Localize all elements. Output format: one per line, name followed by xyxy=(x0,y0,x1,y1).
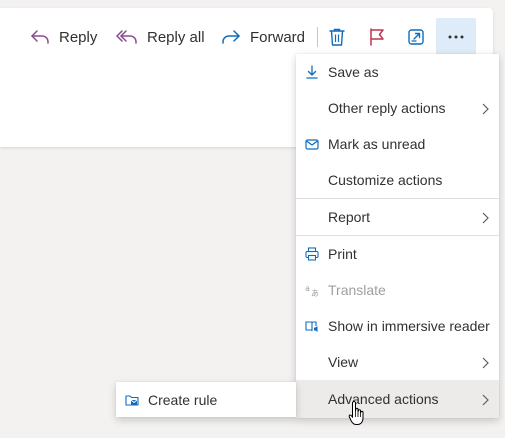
menu-item-customize-actions[interactable]: Customize actions xyxy=(296,162,499,198)
chevron-right-icon xyxy=(482,356,489,372)
immersive-reader-icon xyxy=(305,319,319,333)
advanced-actions-submenu: Create rule xyxy=(116,382,296,417)
menu-item-label: Translate xyxy=(328,282,386,298)
flag-icon xyxy=(368,27,386,47)
forward-icon xyxy=(221,28,241,46)
menu-item-advanced-actions[interactable]: Advanced actions xyxy=(296,380,499,418)
svg-text:a: a xyxy=(305,284,310,293)
download-icon xyxy=(305,65,319,79)
reply-all-button[interactable]: Reply all xyxy=(116,18,205,56)
menu-item-label: Save as xyxy=(328,64,379,80)
popout-icon xyxy=(407,28,425,46)
menu-item-label: Report xyxy=(328,209,371,225)
message-toolbar: Reply Reply all Forward xyxy=(0,18,493,56)
reply-label: Reply xyxy=(59,28,98,46)
menu-item-label: Mark as unread xyxy=(328,136,426,152)
menu-item-label: Other reply actions xyxy=(328,100,446,116)
more-ellipsis-icon xyxy=(448,35,464,39)
menu-item-label: Print xyxy=(328,246,357,262)
printer-icon xyxy=(305,247,319,261)
chevron-right-icon xyxy=(482,211,489,227)
forward-label: Forward xyxy=(250,28,306,46)
menu-item-other-reply-actions[interactable]: Other reply actions xyxy=(296,90,499,126)
delete-button[interactable] xyxy=(321,18,353,56)
flag-button[interactable] xyxy=(361,18,393,56)
menu-item-label: Show in immersive reader xyxy=(328,318,490,334)
menu-item-mark-as-unread[interactable]: Mark as unread xyxy=(296,126,499,162)
reply-all-icon xyxy=(116,28,138,46)
chevron-right-icon xyxy=(482,393,489,409)
trash-icon xyxy=(328,27,346,47)
menu-item-label: Advanced actions xyxy=(328,391,439,407)
reply-button[interactable]: Reply xyxy=(30,18,97,56)
chevron-right-icon xyxy=(482,102,489,118)
reply-all-label: Reply all xyxy=(147,28,205,46)
menu-item-create-rule[interactable]: Create rule xyxy=(116,382,296,417)
folder-rule-icon xyxy=(125,393,139,407)
popout-button[interactable] xyxy=(400,18,432,56)
envelope-icon xyxy=(305,137,319,151)
toolbar-divider xyxy=(317,27,318,47)
menu-item-view[interactable]: View xyxy=(296,344,499,380)
forward-button[interactable]: Forward xyxy=(221,18,305,56)
menu-item-print[interactable]: Print xyxy=(296,236,499,272)
menu-item-label: Customize actions xyxy=(328,172,443,188)
menu-item-immersive-reader[interactable]: Show in immersive reader xyxy=(296,308,499,344)
menu-item-report[interactable]: Report xyxy=(296,199,499,235)
hand-pointer-cursor-icon xyxy=(348,400,366,426)
translate-icon: a あ xyxy=(305,283,319,298)
menu-item-save-as[interactable]: Save as xyxy=(296,54,499,90)
menu-item-label: View xyxy=(328,354,359,370)
reply-icon xyxy=(30,28,50,46)
menu-item-translate: a あ Translate xyxy=(296,272,499,308)
svg-text:あ: あ xyxy=(311,289,319,297)
more-actions-button[interactable] xyxy=(436,18,476,56)
more-actions-menu: Save as Other reply actions Mark as unre… xyxy=(296,54,499,418)
menu-item-label: Create rule xyxy=(148,391,218,408)
